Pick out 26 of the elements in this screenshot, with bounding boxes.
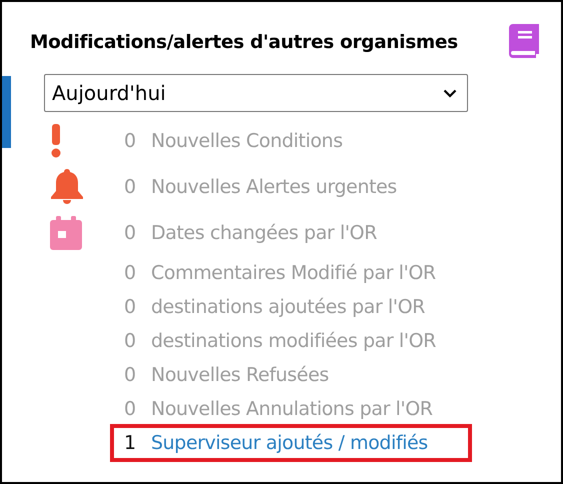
count: 0 bbox=[124, 176, 138, 198]
alert-label: Nouvelles Refusées bbox=[151, 364, 329, 386]
chevron-down-icon bbox=[443, 88, 457, 98]
count: 0 bbox=[124, 330, 138, 352]
side-accent bbox=[2, 76, 11, 148]
count: 0 bbox=[124, 262, 138, 284]
bell-icon bbox=[50, 169, 84, 205]
alert-label: destinations modifiées par l'OR bbox=[151, 330, 436, 352]
alert-label: Nouvelles Conditions bbox=[151, 130, 343, 152]
count: 0 bbox=[124, 398, 138, 420]
alert-label: Commentaires Modifié par l'OR bbox=[151, 262, 436, 284]
count: 0 bbox=[124, 364, 138, 386]
count: 0 bbox=[124, 222, 138, 244]
count: 0 bbox=[124, 296, 138, 318]
panel-title: Modifications/alertes d'autres organismes bbox=[30, 32, 458, 52]
alert-label: destinations ajoutées par l'OR bbox=[151, 296, 425, 318]
alert-label: Dates changées par l'OR bbox=[151, 222, 377, 244]
calendar-icon bbox=[50, 216, 82, 250]
alert-link[interactable]: Superviseur ajoutés / modifiés bbox=[151, 432, 428, 454]
alert-label: Nouvelles Alertes urgentes bbox=[151, 176, 397, 198]
count: 1 bbox=[124, 432, 138, 454]
period-select[interactable]: Aujourd'hui bbox=[44, 74, 468, 112]
alert-label: Nouvelles Annulations par l'OR bbox=[151, 398, 433, 420]
count: 0 bbox=[124, 130, 138, 152]
book-icon[interactable] bbox=[509, 24, 541, 60]
exclamation-icon bbox=[50, 124, 62, 158]
